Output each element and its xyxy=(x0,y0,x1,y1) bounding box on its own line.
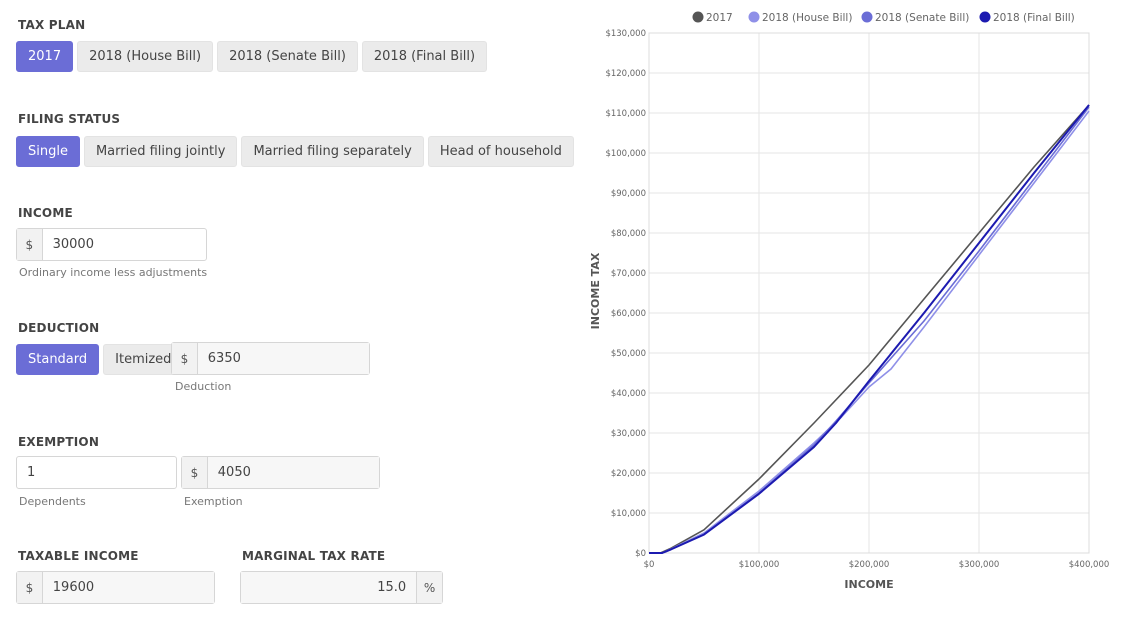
x-tick-label: $100,000 xyxy=(739,560,780,570)
income-help: Ordinary income less adjustments xyxy=(19,266,208,279)
x-axis-title: INCOME xyxy=(844,578,893,591)
y-tick-label: $80,000 xyxy=(611,229,646,239)
deduction-currency-addon: $ xyxy=(172,343,198,374)
x-tick-label: $400,000 xyxy=(1069,560,1110,570)
legend-marker xyxy=(692,11,704,23)
taxable-income-label: TAXABLE INCOME xyxy=(18,549,139,563)
deduction-standard-button[interactable]: Standard xyxy=(16,344,100,375)
tax-plan-2017-button[interactable]: 2017 xyxy=(16,41,74,72)
filing-status-married-separately-button[interactable]: Married filing separately xyxy=(241,136,424,167)
filing-status-single-button[interactable]: Single xyxy=(16,136,80,167)
deduction-help: Deduction xyxy=(175,380,232,393)
tax-plan-group: 2017 2018 (House Bill) 2018 (Senate Bill… xyxy=(16,41,488,72)
y-tick-label: $40,000 xyxy=(611,389,646,399)
filing-status-group: Single Married filing jointly Married fi… xyxy=(16,136,574,167)
legend-layer: 2017 2018 (House Bill) 2018 (Senate Bill) 2… xyxy=(692,11,1075,24)
y-tick-label: $110,000 xyxy=(605,109,646,119)
x-tick-label: $300,000 xyxy=(959,560,1000,570)
legend-label: 2017 xyxy=(706,12,733,24)
legend-label: 2018 (House Bill) xyxy=(762,12,852,24)
legend-label: 2018 (Final Bill) xyxy=(993,12,1075,24)
legend-marker xyxy=(748,11,760,23)
y-tick-label: $120,000 xyxy=(605,69,646,79)
tax-plan-house-bill-button[interactable]: 2018 (House Bill) xyxy=(77,41,214,72)
exemption-input-group: $ xyxy=(181,456,380,489)
deduction-input-group: $ xyxy=(171,342,370,375)
y-tick-label: $100,000 xyxy=(605,149,646,159)
deduction-input[interactable] xyxy=(197,343,369,374)
taxable-income-input-group: $ xyxy=(16,571,215,604)
grid-layer xyxy=(648,32,1090,554)
marginal-rate-input-group: % xyxy=(240,571,443,604)
deduction-label: DEDUCTION xyxy=(18,321,100,335)
dependents-input[interactable] xyxy=(17,457,176,488)
income-tax-chart: $0 $10,000 $20,000 $30,000 $40,000 $50,000 $60… xyxy=(560,0,1123,624)
chart-svg: $0 $10,000 $20,000 $30,000 $40,000 $50,000 $60… xyxy=(589,11,1109,591)
x-tick-label: $200,000 xyxy=(849,560,890,570)
marginal-rate-unit-addon: % xyxy=(416,572,442,603)
income-currency-addon: $ xyxy=(17,229,43,260)
tax-plan-senate-bill-button[interactable]: 2018 (Senate Bill) xyxy=(217,41,358,72)
filing-status-head-of-household-button[interactable]: Head of household xyxy=(427,136,574,167)
exemption-input[interactable] xyxy=(207,457,379,488)
marginal-rate-label: MARGINAL TAX RATE xyxy=(242,549,386,563)
dependents-input-group xyxy=(16,456,177,489)
tax-plan-final-bill-button[interactable]: 2018 (Final Bill) xyxy=(361,41,488,72)
marginal-rate-input[interactable] xyxy=(241,572,417,603)
y-tick-label: $130,000 xyxy=(605,29,646,39)
income-input[interactable] xyxy=(42,229,206,260)
taxable-income-input[interactable] xyxy=(42,572,214,603)
y-axis-title: INCOME TAX xyxy=(589,252,602,329)
exemption-currency-addon: $ xyxy=(182,457,208,488)
dependents-help: Dependents xyxy=(19,495,86,508)
deduction-type-group: Standard Itemized xyxy=(16,344,184,375)
legend-marker xyxy=(861,11,873,23)
taxable-income-currency-addon: $ xyxy=(17,572,43,603)
y-tick-label: $10,000 xyxy=(611,509,646,519)
tax-plan-label: TAX PLAN xyxy=(18,18,86,32)
y-tick-label: $0 xyxy=(635,549,646,559)
y-tick-label: $90,000 xyxy=(611,189,646,199)
x-tick-label: $0 xyxy=(644,560,655,570)
filing-status-label: FILING STATUS xyxy=(18,112,121,126)
exemption-help: Exemption xyxy=(184,495,243,508)
y-tick-label: $60,000 xyxy=(611,309,646,319)
y-tick-label: $30,000 xyxy=(611,429,646,439)
income-label: INCOME xyxy=(18,206,73,220)
y-tick-label: $70,000 xyxy=(611,269,646,279)
income-input-group: $ xyxy=(16,228,207,261)
y-tick-label: $50,000 xyxy=(611,349,646,359)
legend-marker xyxy=(979,11,991,23)
legend-label: 2018 (Senate Bill) xyxy=(875,12,969,24)
filing-status-married-jointly-button[interactable]: Married filing jointly xyxy=(83,136,238,167)
y-tick-label: $20,000 xyxy=(611,469,646,479)
exemption-label: EXEMPTION xyxy=(18,435,100,449)
tick-layer: $0 $10,000 $20,000 $30,000 $40,000 $50,000 $60… xyxy=(605,29,1109,570)
